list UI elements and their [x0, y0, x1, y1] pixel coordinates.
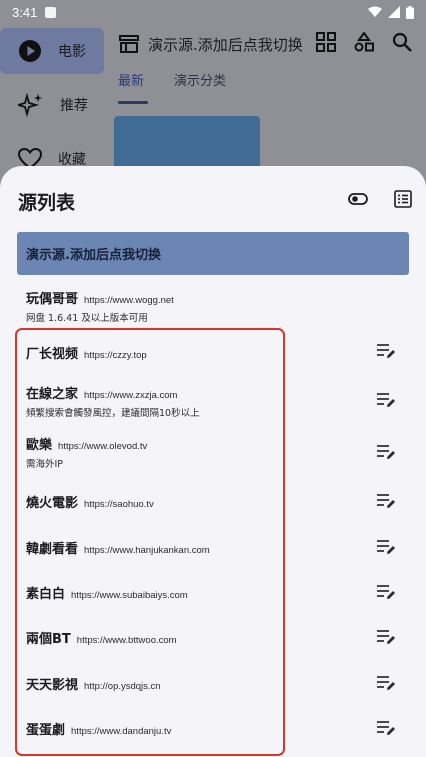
edit-icon[interactable] — [376, 493, 396, 509]
shapes-icon[interactable] — [354, 32, 374, 52]
source-name: 韓劇看看 — [26, 542, 79, 557]
source-url: https://czzy.top — [84, 350, 147, 361]
source-item-hanjukankan[interactable]: 韓劇看看 https://www.hanjukankan.com — [26, 538, 406, 557]
source-name: 玩偶哥哥 — [26, 292, 79, 307]
source-item-ysdqjs[interactable]: 天天影視 http://op.ysdqjs.cn — [26, 674, 406, 693]
play-circle-icon — [19, 40, 41, 62]
source-item-czzy[interactable]: 厂长视频 https://czzy.top — [26, 343, 406, 362]
current-source-title[interactable]: 演示源.添加后点我切换 — [148, 34, 303, 55]
source-name: 燒火電影 — [26, 496, 79, 511]
source-url: https://saohuo.tv — [84, 499, 154, 510]
source-name: 在線之家 — [26, 387, 79, 402]
source-url: https://www.dandanju.tv — [71, 726, 172, 737]
source-item-saohuo[interactable]: 燒火電影 https://saohuo.tv — [26, 492, 406, 511]
source-item-zxzja[interactable]: 在線之家 https://www.zxzja.com 頻繁搜索會觸發風控，建議間隔… — [26, 383, 406, 419]
tab-indicator — [118, 101, 148, 104]
sparkle-icon — [18, 92, 42, 118]
nav-item-movie[interactable]: 电影 — [0, 28, 104, 74]
status-time: 3:41 — [12, 4, 38, 20]
sheet-title: 源列表 — [18, 192, 76, 214]
list-view-icon[interactable] — [394, 190, 412, 208]
source-url: http://op.ysdqjs.cn — [84, 681, 161, 692]
source-item-dandanju[interactable]: 蛋蛋劇 https://www.dandanju.tv — [26, 719, 406, 738]
source-switch-icon[interactable] — [118, 34, 140, 54]
edit-icon[interactable] — [376, 675, 396, 691]
edit-icon[interactable] — [376, 720, 396, 736]
top-bar-actions — [316, 32, 412, 52]
top-app-bar: 演示源.添加后点我切换 — [118, 24, 426, 64]
source-name: 蛋蛋劇 — [26, 723, 66, 738]
source-url: https://www.subaibaiys.com — [71, 590, 188, 601]
edit-icon[interactable] — [376, 343, 396, 359]
edit-icon[interactable] — [376, 539, 396, 555]
nav-item-label: 电影 — [58, 44, 86, 60]
source-note: 需海外IP — [26, 459, 64, 470]
search-icon[interactable] — [392, 32, 412, 52]
source-name: 兩個BT — [26, 632, 71, 647]
nav-item-label: 推荐 — [60, 98, 88, 114]
edit-icon[interactable] — [376, 629, 396, 645]
source-name: 天天影視 — [26, 678, 79, 693]
battery-icon — [406, 5, 414, 19]
status-bar: 3:41 — [0, 0, 426, 24]
source-url: https://www.olevod.tv — [58, 441, 148, 452]
source-url: https://www.wogg.net — [84, 295, 174, 306]
tab-latest[interactable]: 最新 — [118, 70, 144, 89]
source-item-bttwoo[interactable]: 兩個BT https://www.bttwoo.com — [26, 628, 406, 647]
source-note: 网盘 1.6.41 及以上版本可用 — [26, 313, 148, 324]
source-note: 頻繁搜索會觸發風控，建議間隔10秒以上 — [26, 408, 200, 419]
edit-icon[interactable] — [376, 584, 396, 600]
category-tabs: 最新 演示分类 — [118, 70, 226, 89]
source-item-subaibai[interactable]: 素白白 https://www.subaibaiys.com — [26, 583, 406, 602]
selected-source[interactable]: 演示源.添加后点我切换 — [17, 232, 409, 275]
notification-icon — [45, 6, 57, 18]
source-name: 厂长视频 — [26, 347, 79, 362]
source-url: https://www.zxzja.com — [84, 390, 178, 401]
edit-icon[interactable] — [376, 444, 396, 460]
source-item-wogg[interactable]: 玩偶哥哥 https://www.wogg.net 网盘 1.6.41 及以上版本… — [26, 288, 406, 324]
edit-icon[interactable] — [376, 392, 396, 408]
status-icons — [368, 5, 414, 19]
source-url: https://www.hanjukankan.com — [84, 545, 210, 556]
source-url: https://www.bttwoo.com — [76, 635, 177, 646]
tab-demo-category[interactable]: 演示分类 — [174, 70, 226, 89]
grid-icon[interactable] — [316, 32, 336, 52]
source-item-olevod[interactable]: 歐樂 https://www.olevod.tv 需海外IP — [26, 434, 406, 470]
signal-icon — [388, 6, 400, 18]
toggle-icon[interactable] — [348, 193, 368, 205]
nav-item-recommend[interactable]: 推荐 — [0, 82, 104, 128]
source-list-sheet: 源列表 演示源.添加后点我切换 玩偶哥哥 https://www.wogg.net… — [0, 166, 426, 757]
source-name: 素白白 — [26, 587, 66, 602]
source-name: 歐樂 — [26, 438, 53, 453]
wifi-icon — [368, 6, 382, 17]
